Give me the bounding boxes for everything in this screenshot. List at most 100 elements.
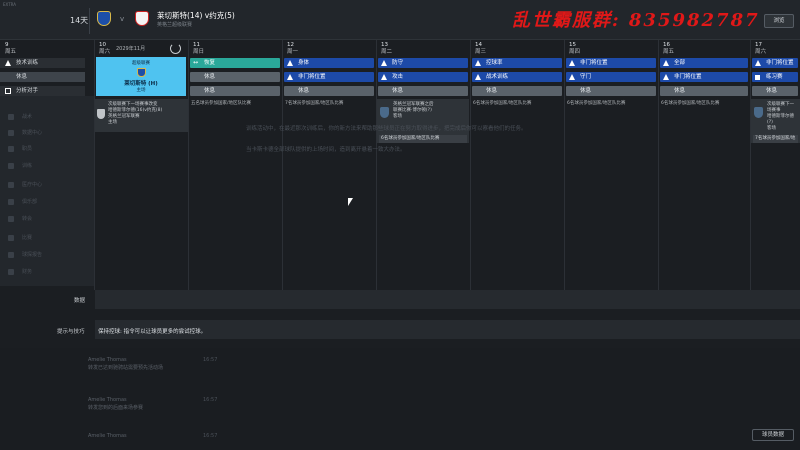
training-icon — [663, 60, 669, 66]
nav-icon — [8, 113, 14, 120]
day-header[interactable]: 12 周一 — [284, 40, 374, 58]
national-team-notice[interactable]: 五名球员参加国家/地区队比赛 — [191, 100, 251, 106]
sidebar-item-label: 分析对手 — [16, 88, 39, 94]
day-header[interactable]: 11 周日 — [190, 40, 280, 58]
inbox-from: Amelie Thomas — [88, 397, 127, 403]
national-team-notice[interactable]: 6名球员参加国家/地区队比赛 — [473, 100, 531, 106]
session-slot[interactable]: 控球率 — [472, 58, 562, 68]
view-button[interactable]: 浏览 — [764, 14, 794, 28]
day-header[interactable]: 13 周二 — [378, 40, 468, 58]
tip-text[interactable]: 保持控球: 指令可以让球员更多的尝试控球。 — [98, 327, 206, 335]
session-slot[interactable]: 休息 — [472, 86, 562, 96]
nav-icon — [8, 162, 14, 169]
nav-label: 医疗中心 — [22, 182, 43, 188]
days-left: 14天 — [70, 16, 89, 25]
day-header[interactable]: 15 周四 — [566, 40, 656, 58]
day-number: 14 — [475, 42, 482, 48]
session-slot[interactable]: 非门将位置 — [660, 72, 748, 82]
session-slot[interactable]: 休息 — [190, 72, 280, 82]
sidebar-item-technical-training[interactable]: 技术训练 — [0, 58, 85, 68]
match-opponent: 莱切斯特 (H) — [124, 81, 158, 87]
day-name: 周五 — [5, 49, 17, 55]
nav-item-dim[interactable]: 医疗中心 — [8, 181, 42, 188]
nav-item-dim[interactable]: 俱乐部 — [8, 198, 37, 205]
inbox-item[interactable]: Amelie Thomas 16:57 — [88, 432, 217, 440]
nav-icon — [8, 251, 14, 258]
day-number: 11 — [193, 42, 200, 48]
sidebar-item-opponent-analysis[interactable]: 分析对手 — [0, 86, 85, 96]
nav-item-dim[interactable]: 比赛 — [8, 234, 32, 241]
national-team-notice[interactable]: 7名球员参加国家/地区队比赛 — [285, 100, 343, 106]
competition-label: 英格兰超级联赛 — [157, 22, 193, 28]
day-header[interactable]: 9 周五 — [2, 40, 92, 58]
home-team-crest-icon — [97, 11, 111, 26]
nav-item-dim[interactable]: 战术 — [8, 113, 32, 120]
session-slot[interactable]: 练习赛 — [752, 72, 798, 82]
tips-row-label: 提示与技巧 — [57, 329, 85, 335]
session-slot[interactable]: 非门将位置 — [752, 58, 798, 68]
inbox-item[interactable]: Amelie Thomas 转发您到的后面来场参赛 16:57 — [88, 396, 217, 412]
event-card[interactable]: 次级联赛下一场赛事改变 哈德斯菲尔德(16)v约克(8) 英格兰冠军联赛 主场 — [95, 99, 188, 132]
sidebar-item-rest[interactable]: 休息 — [0, 72, 85, 82]
day-header[interactable]: 10 周六 — [96, 40, 114, 58]
session-slot[interactable]: 守门 — [566, 72, 656, 82]
nav-icon — [8, 181, 14, 188]
match-card[interactable]: 超级联赛 莱切斯特 (H) 主场 — [96, 57, 186, 96]
loading-spinner-icon — [170, 43, 181, 54]
event-card[interactable]: 英格兰冠军联赛之后 联赛比赛·博尔顿(?) 客场 6名球员参加国家/地区队比赛 — [377, 99, 469, 143]
national-team-notice[interactable]: 6名球员参加国家/地区队比赛 — [661, 100, 719, 106]
session-slot[interactable]: 休息 — [752, 86, 798, 96]
session-slot[interactable]: 非门将位置 — [284, 72, 374, 82]
inbox-item[interactable]: Amelie Thomas 转发已达到驰骋站需要预先活动场 16:57 — [88, 356, 217, 372]
session-slot[interactable]: 休息 — [566, 86, 656, 96]
event-card[interactable]: 次级联赛下一场赛事 哈德斯菲尔德(?) 客场 7名球员参加国家/地 — [751, 99, 800, 143]
month-label: 2029年11月 — [116, 46, 146, 52]
window-title: EXTRA — [3, 2, 16, 7]
nav-item-dim[interactable]: 财务 — [8, 268, 32, 275]
day-name: 周六 — [99, 49, 111, 55]
player-data-button[interactable]: 球员数据 — [752, 429, 794, 441]
session-slot[interactable]: 休息 — [190, 86, 280, 96]
day-header[interactable]: 17 周六 — [752, 40, 798, 58]
session-slot[interactable]: ↔ 恢复 — [190, 58, 280, 68]
session-slot[interactable]: 休息 — [378, 86, 468, 96]
training-icon — [569, 60, 575, 66]
nav-item-dim[interactable]: 职员 — [8, 145, 32, 152]
session-label: 攻击 — [392, 74, 404, 80]
nav-item-dim[interactable]: 球探报告 — [8, 251, 42, 258]
next-match-title[interactable]: 莱切斯特(14) v约克(5) — [157, 10, 235, 21]
nav-label: 战术 — [22, 114, 33, 120]
session-label: 非门将位置 — [674, 74, 702, 80]
nav-item-dim[interactable]: 训练 — [8, 162, 32, 169]
session-slot[interactable]: 攻击 — [378, 72, 468, 82]
nav-label: 比赛 — [22, 235, 33, 241]
nav-label: 俱乐部 — [22, 199, 38, 205]
day-number: 17 — [755, 42, 762, 48]
national-team-notice: 6名球员参加国家/地区队比赛 — [379, 135, 467, 143]
national-team-notice[interactable]: 6名球员参加国家/地区队比赛 — [567, 100, 625, 106]
nav-label: 数据中心 — [22, 130, 43, 136]
session-slot[interactable]: 全部 — [660, 58, 748, 68]
session-label: 非门将位置 — [766, 60, 794, 66]
session-slot[interactable]: 休息 — [284, 86, 374, 96]
day-header[interactable]: 16 周五 — [660, 40, 748, 58]
session-slot[interactable]: 战术训练 — [472, 72, 562, 82]
training-icon — [755, 60, 761, 66]
nav-item-dim[interactable]: 数据中心 — [8, 129, 42, 136]
nav-item-dim[interactable]: 转会 — [8, 215, 32, 222]
day-header[interactable]: 14 周三 — [472, 40, 562, 58]
session-slot[interactable]: 休息 — [660, 86, 748, 96]
session-slot[interactable]: 防守 — [378, 58, 468, 68]
session-slot[interactable]: 非门将位置 — [566, 58, 656, 68]
inbox-from: Amelie Thomas — [88, 357, 127, 363]
match-score: (H) — [148, 81, 158, 87]
nav-icon — [8, 129, 14, 136]
training-icon — [287, 60, 293, 66]
inbox-time: 16:57 — [203, 357, 218, 363]
background-message: 训练活动中，在最近那次训练后，你的新方法来帮助那些球员正在努力取得进步，把完成后… — [246, 126, 527, 132]
sidebar-item-label: 技术训练 — [16, 60, 39, 66]
inbox-time: 16:57 — [203, 433, 218, 439]
event-line: 次级联赛下一场赛事 — [767, 102, 794, 113]
session-slot[interactable]: 身体 — [284, 58, 374, 68]
app-window: EXTRA 14天 v 莱切斯特(14) v约克(5) 英格兰超级联赛 乱世霸服… — [0, 0, 800, 450]
